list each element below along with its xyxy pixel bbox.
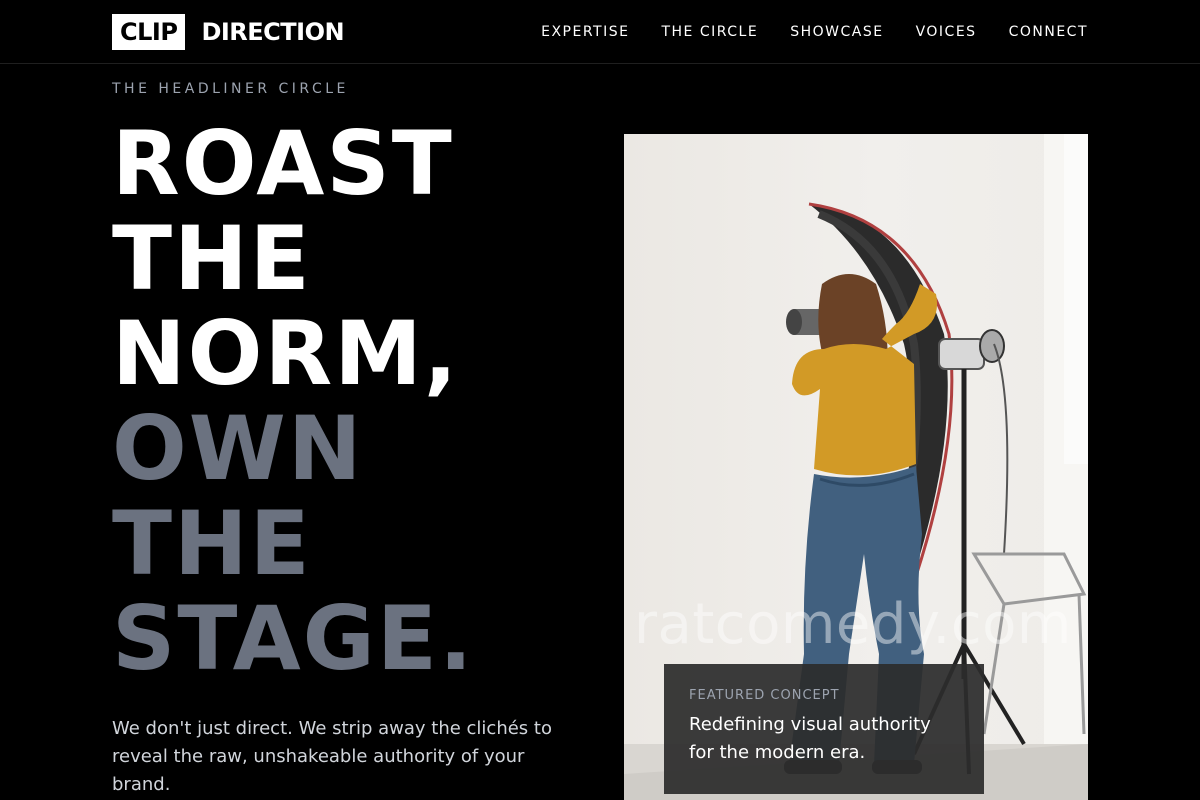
nav-link-showcase[interactable]: SHOWCASE [790,24,883,40]
headline-line: NORM, [112,302,460,405]
featured-text: Redefining visual authority for the mode… [689,714,931,763]
headline-line: OWN [112,397,364,500]
hero-headline: ROAST THE NORM, OWN THE STAGE. [112,116,474,686]
headline-line: STAGE. [112,587,475,690]
featured-label: FEATURED CONCEPT [689,688,840,703]
main-nav: EXPERTISE THE CIRCLE SHOWCASE VOICES CON… [541,0,1088,64]
logo-wordmark: DIRECTION [201,18,345,46]
nav-link-connect[interactable]: CONNECT [1009,24,1088,40]
headline-line: THE [112,207,312,310]
headline-line: ROAST [112,112,454,215]
nav-link-the-circle[interactable]: THE CIRCLE [661,24,758,40]
hero-lead: We don't just direct. We strip away the … [112,718,552,795]
logo-mark: CLIP [112,14,186,50]
logo[interactable]: CLIP DIRECTION [112,14,345,50]
nav-link-voices[interactable]: VOICES [916,24,977,40]
watermark: ratcomedy.com [634,592,1072,657]
site-header: CLIP DIRECTION EXPERTISE THE CIRCLE SHOW… [0,0,1200,64]
headline-line: THE [112,492,312,595]
featured-concept-card[interactable]: FEATURED CONCEPT Redefining visual autho… [664,664,984,794]
nav-link-expertise[interactable]: EXPERTISE [541,24,629,40]
hero-eyebrow: THE HEADLINER CIRCLE [112,81,349,97]
